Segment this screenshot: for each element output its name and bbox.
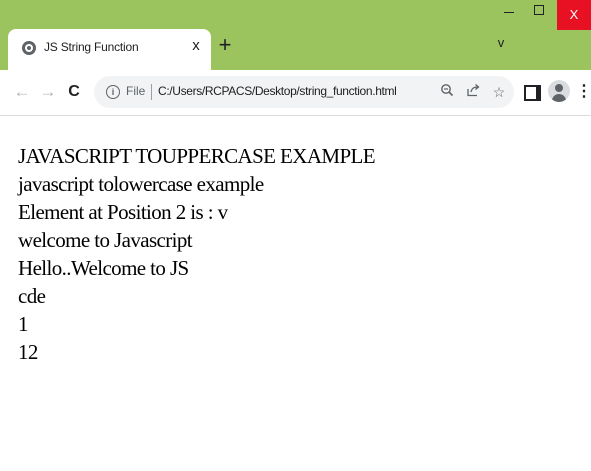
url-text[interactable]: C:/Users/RCPACS/Desktop/string_function.… — [158, 84, 397, 98]
address-bar[interactable]: i File C:/Users/RCPACS/Desktop/string_fu… — [94, 76, 514, 108]
output-line-indexof: 1 — [18, 312, 29, 336]
browser-window: JS String Function x + v X ← → C i File … — [0, 0, 591, 471]
page-content: JAVASCRIPT TOUPPERCASE EXAMPLE javascrip… — [0, 116, 591, 471]
forward-button[interactable]: → — [38, 82, 58, 102]
tab-js-string-function[interactable]: JS String Function x — [8, 29, 211, 70]
side-panel-icon[interactable] — [524, 85, 541, 101]
maximize-icon — [534, 5, 544, 16]
minimize-icon — [504, 11, 514, 13]
output-line-lowercase: javascript tolowercase example — [18, 172, 264, 196]
output-line-substring: cde — [18, 284, 46, 308]
info-icon[interactable]: i — [106, 85, 120, 99]
tab-search-button[interactable]: v — [493, 35, 509, 51]
output-line-lastindexof: 12 — [18, 340, 38, 364]
reload-button[interactable]: C — [64, 82, 84, 102]
output-text: JAVASCRIPT TOUPPERCASE EXAMPLE javascrip… — [18, 142, 376, 366]
star-icon[interactable]: ☆ — [490, 83, 508, 101]
close-window-button[interactable]: X — [557, 0, 591, 30]
tab-close-button[interactable]: x — [187, 37, 205, 55]
new-tab-button[interactable]: + — [214, 34, 236, 56]
output-line-concat: Hello..Welcome to JS — [18, 256, 189, 280]
omnibox-divider — [151, 84, 152, 100]
share-icon[interactable] — [464, 83, 482, 101]
browser-toolbar: ← → C i File C:/Users/RCPACS/Desktop/str… — [0, 70, 591, 116]
minimize-button[interactable] — [494, 0, 524, 30]
output-line-uppercase: JAVASCRIPT TOUPPERCASE EXAMPLE — [18, 144, 376, 168]
globe-icon — [22, 41, 36, 55]
tab-strip: JS String Function x + v X — [0, 0, 591, 70]
tab-title: JS String Function — [44, 40, 139, 54]
back-button[interactable]: ← — [12, 82, 32, 102]
maximize-button[interactable] — [524, 0, 554, 30]
scheme-label: File — [126, 84, 146, 98]
profile-icon[interactable] — [548, 80, 570, 102]
output-line-replace: welcome to Javascript — [18, 228, 193, 252]
zoom-icon[interactable] — [438, 83, 456, 101]
kebab-menu-icon[interactable]: ⋮ — [576, 82, 591, 102]
output-line-charat: Element at Position 2 is : v — [18, 200, 228, 224]
